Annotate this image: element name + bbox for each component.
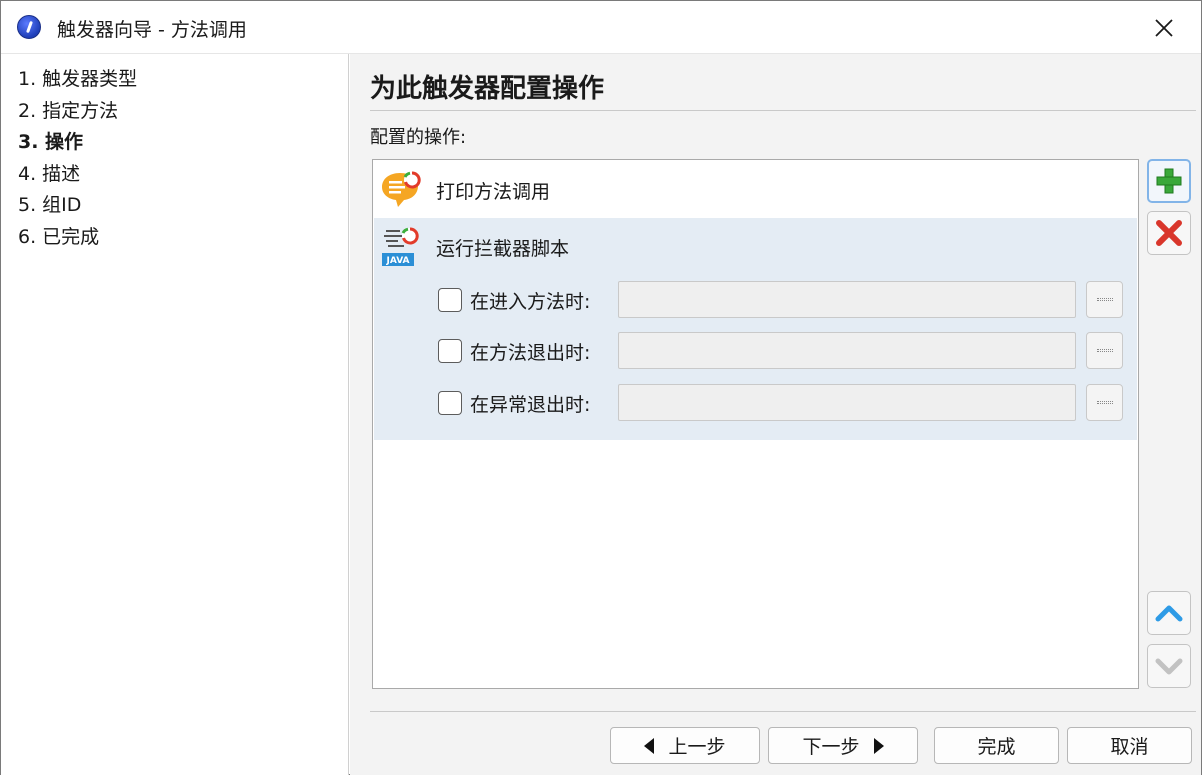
on-exception-browse-button[interactable] [1086, 384, 1123, 421]
ellipsis-icon [1096, 349, 1113, 352]
chevron-down-icon [1155, 658, 1183, 675]
option-on-method-entry: 在进入方法时: [438, 280, 1138, 320]
java-badge: JAVA [385, 256, 409, 266]
actions-list-label: 配置的操作: [370, 127, 467, 148]
on-entry-script-field[interactable] [618, 281, 1076, 318]
on-exit-browse-button[interactable] [1086, 332, 1123, 369]
action-row-print-method-call[interactable]: 打印方法调用 [374, 161, 1137, 218]
remove-icon [1156, 220, 1182, 246]
step-description: 4. 描述 [18, 162, 81, 185]
back-button-label: 上一步 [668, 736, 726, 758]
cancel-button-label: 取消 [1110, 736, 1149, 758]
action-label-print-method-call: 打印方法调用 [436, 181, 551, 203]
wizard-steps: 1. 触发器类型 2. 指定方法 3. 操作 4. 描述 5. 组ID 6. 已… [1, 54, 349, 775]
on-exception-label: 在异常退出时: [470, 394, 591, 416]
back-button[interactable]: 上一步 [610, 727, 760, 764]
ellipsis-icon [1096, 401, 1113, 404]
on-entry-checkbox[interactable] [438, 288, 462, 312]
add-action-button[interactable] [1147, 159, 1191, 203]
close-icon [1155, 19, 1173, 37]
step-actions: 3. 操作 [18, 131, 84, 153]
finish-button-label: 完成 [977, 736, 1016, 758]
next-button-label: 下一步 [802, 736, 860, 758]
step-completed: 6. 已完成 [18, 225, 100, 248]
page-title: 为此触发器配置操作 [370, 74, 605, 104]
move-down-button[interactable] [1147, 644, 1191, 688]
arrow-right-icon [873, 737, 884, 754]
step-trigger-type: 1. 触发器类型 [18, 68, 138, 90]
move-up-button[interactable] [1147, 591, 1191, 635]
step-group-id: 5. 组ID [18, 194, 82, 216]
action-row-run-interceptor-script[interactable]: JAVA 运行拦截器脚本 在进入方法时: 在方法退出时: 在异常退出时: [374, 218, 1137, 440]
title-bar: 触发器向导 - 方法调用 [1, 1, 1201, 54]
footer-divider [370, 711, 1196, 712]
on-exit-label: 在方法退出时: [470, 342, 591, 364]
app-logo-icon [17, 15, 41, 39]
finish-button[interactable]: 完成 [934, 727, 1059, 764]
on-exception-checkbox[interactable] [438, 391, 462, 415]
heading-divider [370, 110, 1196, 111]
ellipsis-icon [1096, 298, 1113, 301]
action-label-run-interceptor-script: 运行拦截器脚本 [436, 238, 570, 260]
java-script-icon: JAVA [382, 227, 419, 266]
option-on-method-exit: 在方法退出时: [438, 331, 1138, 371]
on-exception-script-field[interactable] [618, 384, 1076, 421]
actions-list[interactable]: 打印方法调用 JAVA 运行拦截器脚本 在进入方法时: 在方法退出时: 在异常退… [372, 159, 1139, 689]
step-specify-method: 2. 指定方法 [18, 99, 119, 122]
window-title: 触发器向导 - 方法调用 [57, 19, 247, 41]
trigger-wizard-dialog: 触发器向导 - 方法调用 1. 触发器类型 2. 指定方法 3. 操作 4. 描… [0, 0, 1202, 775]
add-icon [1156, 168, 1182, 194]
on-entry-label: 在进入方法时: [470, 291, 591, 313]
next-button[interactable]: 下一步 [768, 727, 918, 764]
option-on-exception-exit: 在异常退出时: [438, 383, 1138, 423]
on-exit-script-field[interactable] [618, 332, 1076, 369]
chevron-up-icon [1155, 605, 1183, 622]
close-button[interactable] [1139, 9, 1189, 47]
main-panel: 为此触发器配置操作 配置的操作: 打印方法调用 JAVA 运行拦截器脚本 在进入… [350, 54, 1201, 775]
print-method-call-icon [382, 171, 421, 207]
arrow-left-icon [644, 737, 655, 754]
on-entry-browse-button[interactable] [1086, 281, 1123, 318]
cancel-button[interactable]: 取消 [1067, 727, 1192, 764]
on-exit-checkbox[interactable] [438, 339, 462, 363]
remove-action-button[interactable] [1147, 211, 1191, 255]
